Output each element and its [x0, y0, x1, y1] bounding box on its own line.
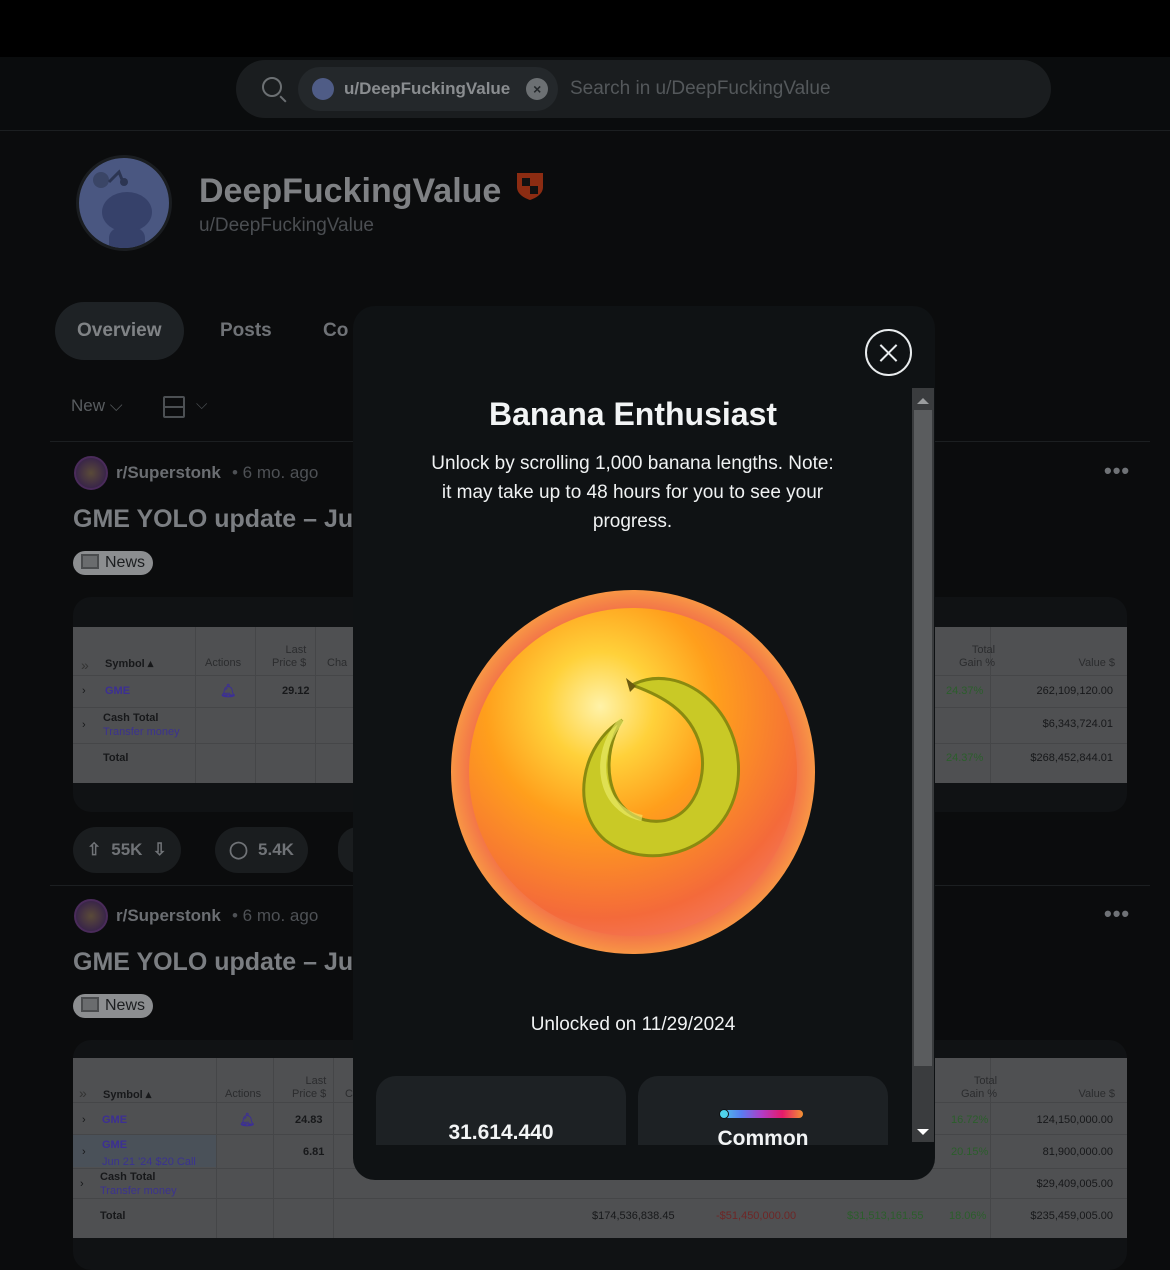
col-header-total-gain: Total Gain %	[959, 644, 996, 669]
flair-label: News	[105, 997, 146, 1014]
banana-icon	[582, 677, 740, 858]
chevron-down-icon: ⌵	[109, 396, 123, 415]
col-header-actions: Actions	[225, 1088, 262, 1100]
cell: 124,150,000.00	[1036, 1114, 1113, 1126]
subreddit-avatar[interactable]	[74, 456, 108, 490]
achievement-description: Unlock by scrolling 1,000 banana lengths…	[431, 453, 834, 532]
vote-buttons[interactable]: ⇧ 55K ⇩	[73, 827, 181, 873]
scroll-down-icon[interactable]	[917, 1129, 929, 1135]
tab-overview[interactable]: Overview	[55, 302, 184, 360]
comments-button[interactable]: ◯ 5.4K	[215, 827, 308, 873]
cell: 24.83	[295, 1114, 323, 1126]
cell: 24.37%	[946, 752, 984, 764]
subreddit-link[interactable]: r/Superstonk	[116, 463, 221, 483]
username: u/DeepFuckingValue	[199, 215, 374, 236]
cell: Cash Total	[103, 712, 159, 724]
cell: $235,459,005.00	[1030, 1210, 1113, 1222]
cell: $174,536,838.45	[592, 1210, 675, 1222]
more-options-icon[interactable]: •••	[1104, 458, 1130, 484]
symbol-gme: GME	[102, 1114, 128, 1126]
cell: 24.37%	[946, 685, 984, 697]
cell: 81,900,000.00	[1042, 1146, 1113, 1158]
rarity-clip: Common	[638, 1120, 888, 1145]
unlock-count: 31.614.440	[448, 1121, 554, 1144]
scrollbar-thumb[interactable]	[914, 410, 932, 1066]
comment-count: 5.4K	[258, 840, 294, 859]
cell: Cash Total	[100, 1171, 156, 1183]
rarity-label: Common	[717, 1127, 809, 1145]
moderator-shield-icon	[517, 173, 543, 200]
chip-label: u/DeepFuckingValue	[344, 79, 511, 98]
close-button[interactable]	[865, 329, 912, 376]
cell: 18.06%	[949, 1210, 987, 1222]
col-header-actions: Actions	[205, 657, 242, 669]
cell: 262,109,120.00	[1036, 685, 1113, 697]
achievement-title: Banana Enthusiast	[488, 396, 778, 432]
col-header-symbol: Symbol ▴	[105, 658, 154, 670]
cell: $268,452,844.01	[1030, 752, 1113, 764]
col-header-total-gain: Total Gain %	[961, 1075, 998, 1100]
flair-news[interactable]: News	[73, 551, 154, 575]
cell: Total	[103, 752, 129, 764]
cell: $29,409,005.00	[1036, 1178, 1113, 1190]
alert-bell-icon: 🔔︎	[239, 1112, 256, 1127]
cell: -$51,450,000.00	[716, 1210, 797, 1222]
cell: $6,343,724.01	[1042, 718, 1113, 730]
top-bar	[0, 0, 1170, 57]
alert-bell-icon: 🔔︎	[220, 683, 237, 698]
post-title[interactable]: GME YOLO update – Jur	[73, 505, 363, 534]
rarity-marker	[719, 1109, 729, 1119]
col-header-last-price: Last Price $	[292, 1075, 327, 1100]
tab-posts[interactable]: Posts	[198, 302, 294, 360]
cell: 29.12	[282, 685, 310, 697]
search-input[interactable]: Search in u/DeepFuckingValue	[570, 78, 831, 100]
vote-count: 55K	[111, 840, 143, 859]
cell: $31,513,161.55	[847, 1210, 924, 1222]
rarity-gauge	[721, 1110, 803, 1118]
subreddit-link[interactable]: r/Superstonk	[116, 906, 221, 926]
cell: Transfer money	[103, 726, 180, 738]
post-age: • 6 mo. ago	[232, 906, 319, 925]
avatar	[76, 155, 172, 251]
col-header-change: Cha	[327, 657, 348, 669]
col-header-change: C	[345, 1088, 353, 1100]
sort-label: New	[71, 396, 106, 415]
post-title[interactable]: GME YOLO update – Jur	[73, 948, 363, 977]
newspaper-icon	[81, 997, 99, 1012]
cell: 16.72%	[951, 1114, 989, 1126]
cell: Total	[100, 1210, 126, 1222]
cell: 20.15%	[951, 1146, 989, 1158]
symbol-gme: GME	[105, 685, 131, 697]
upvote-icon[interactable]: ⇧	[87, 840, 101, 860]
col-header-last-price: Last Price $	[272, 644, 307, 669]
cell: 6.81	[303, 1146, 325, 1158]
clear-scope-icon[interactable]: ×	[526, 78, 549, 100]
flair-news[interactable]: News	[73, 994, 154, 1018]
col-header-symbol: Symbol ▴	[103, 1089, 152, 1101]
post-age: • 6 mo. ago	[232, 463, 319, 482]
chevron-down-icon[interactable]: ⌵	[196, 396, 207, 413]
search-scope-chip[interactable]: u/DeepFuckingValue ×	[298, 67, 558, 111]
more-options-icon[interactable]: •••	[1104, 901, 1130, 927]
scroll-up-icon[interactable]	[917, 398, 929, 404]
sort-dropdown[interactable]: New ⌵	[71, 396, 123, 416]
col-header-value: Value $	[1078, 1088, 1116, 1100]
newspaper-icon	[81, 554, 99, 569]
unlocked-date: Unlocked on 11/29/2024	[530, 1014, 736, 1035]
user-avatar-small	[312, 78, 334, 100]
flair-label: News	[105, 554, 146, 571]
comment-icon: ◯	[229, 840, 249, 859]
symbol-gme-call: GME	[102, 1139, 128, 1151]
downvote-icon[interactable]: ⇩	[152, 840, 166, 860]
subreddit-avatar[interactable]	[74, 899, 108, 933]
cell: Transfer money	[100, 1185, 177, 1197]
col-header-value: Value $	[1078, 657, 1116, 669]
cell: Jun 21 '24 $20 Call	[102, 1156, 196, 1168]
display-name: DeepFuckingValue	[199, 172, 502, 210]
search-icon[interactable]	[262, 77, 282, 97]
view-layout-icon[interactable]	[163, 396, 185, 418]
